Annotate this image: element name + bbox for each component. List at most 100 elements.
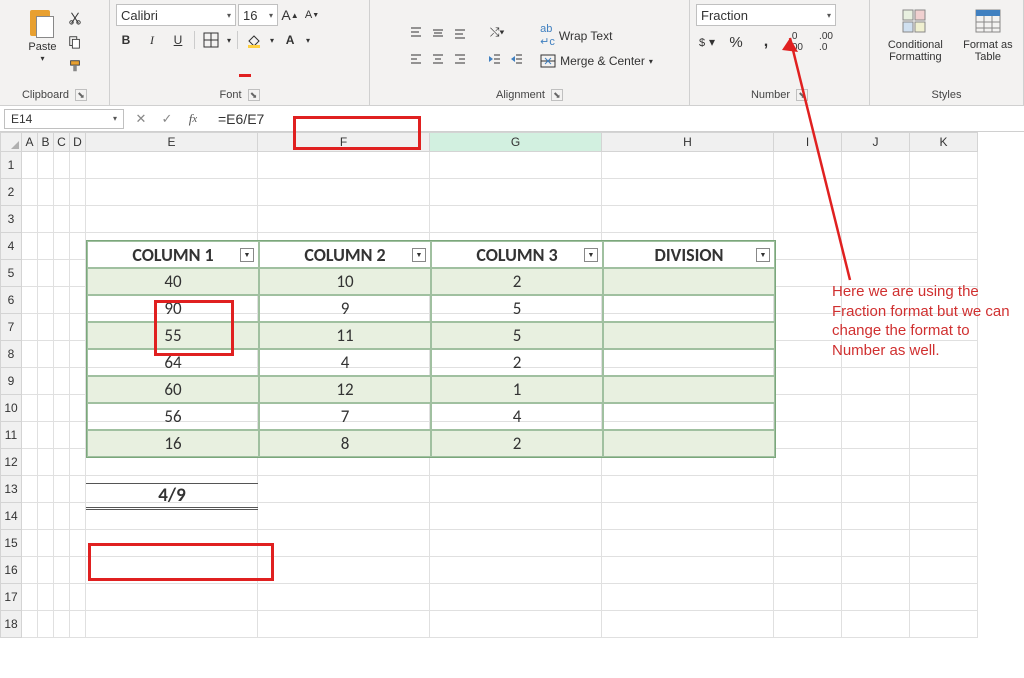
cell-J15[interactable] [842, 530, 910, 557]
table-cell[interactable]: 11 [259, 322, 431, 349]
cell-D17[interactable] [70, 584, 86, 611]
format-painter-button[interactable] [65, 56, 85, 76]
cell-A12[interactable] [22, 449, 38, 476]
percent-format-button[interactable]: % [726, 32, 746, 52]
cell-K17[interactable] [910, 584, 978, 611]
row-header-14[interactable]: 14 [0, 503, 22, 530]
cell-D7[interactable] [70, 314, 86, 341]
cell-I12[interactable] [774, 449, 842, 476]
cell-A13[interactable] [22, 476, 38, 503]
cell-C8[interactable] [54, 341, 70, 368]
cell-K12[interactable] [910, 449, 978, 476]
cell-C5[interactable] [54, 260, 70, 287]
cell-F3[interactable] [258, 206, 430, 233]
cell-I3[interactable] [774, 206, 842, 233]
cell-B3[interactable] [38, 206, 54, 233]
increase-indent-button[interactable] [506, 49, 526, 69]
cell-D15[interactable] [70, 530, 86, 557]
cell-D1[interactable] [70, 152, 86, 179]
table-cell[interactable]: 8 [259, 430, 431, 457]
cell-C6[interactable] [54, 287, 70, 314]
cell-J9[interactable] [842, 368, 910, 395]
format-as-table-button[interactable]: Format as Table [959, 4, 1017, 65]
cell-B10[interactable] [38, 395, 54, 422]
cell-E18[interactable] [86, 611, 258, 638]
cell-D2[interactable] [70, 179, 86, 206]
cell-D16[interactable] [70, 557, 86, 584]
row-header-7[interactable]: 7 [0, 314, 22, 341]
cell-B8[interactable] [38, 341, 54, 368]
cell-C2[interactable] [54, 179, 70, 206]
cell-A6[interactable] [22, 287, 38, 314]
filter-button[interactable]: ▼ [756, 248, 770, 262]
cell-C11[interactable] [54, 422, 70, 449]
table-cell[interactable]: 4 [259, 349, 431, 376]
row-header-12[interactable]: 12 [0, 449, 22, 476]
cut-button[interactable] [65, 8, 85, 28]
cell-J12[interactable] [842, 449, 910, 476]
cell-C15[interactable] [54, 530, 70, 557]
table-cell[interactable]: 2 [431, 430, 603, 457]
select-all-button[interactable] [0, 132, 22, 152]
align-center-button[interactable] [428, 49, 448, 69]
cell-A11[interactable] [22, 422, 38, 449]
cell-D6[interactable] [70, 287, 86, 314]
table-cell[interactable]: 5 [431, 295, 603, 322]
table-cell[interactable]: 10 [259, 268, 431, 295]
cell-K10[interactable] [910, 395, 978, 422]
cell-A10[interactable] [22, 395, 38, 422]
cancel-formula-button[interactable]: ✕ [130, 109, 152, 129]
row-header-17[interactable]: 17 [0, 584, 22, 611]
table-cell[interactable]: 56 [87, 403, 259, 430]
col-header-F[interactable]: F [258, 132, 430, 152]
cell-B7[interactable] [38, 314, 54, 341]
table-cell[interactable]: 4 [431, 403, 603, 430]
cell-H14[interactable] [602, 503, 774, 530]
cell-K2[interactable] [910, 179, 978, 206]
increase-font-button[interactable]: A▲ [280, 5, 300, 25]
col-header-B[interactable]: B [38, 132, 54, 152]
cell-J16[interactable] [842, 557, 910, 584]
conditional-formatting-button[interactable]: Conditional Formatting [876, 4, 955, 65]
cell-A9[interactable] [22, 368, 38, 395]
cell-I1[interactable] [774, 152, 842, 179]
alignment-dialog-launcher[interactable]: ⬊ [551, 89, 563, 101]
cell-J17[interactable] [842, 584, 910, 611]
cell-K9[interactable] [910, 368, 978, 395]
cell-F13[interactable] [258, 476, 430, 503]
cell-A3[interactable] [22, 206, 38, 233]
cell-J4[interactable] [842, 233, 910, 260]
cell-I16[interactable] [774, 557, 842, 584]
clipboard-dialog-launcher[interactable]: ⬊ [75, 89, 87, 101]
col-header-G[interactable]: G [430, 132, 602, 152]
cell-E3[interactable] [86, 206, 258, 233]
cell-F15[interactable] [258, 530, 430, 557]
col-header-K[interactable]: K [910, 132, 978, 152]
filter-button[interactable]: ▼ [584, 248, 598, 262]
align-top-button[interactable] [406, 23, 426, 43]
col-header-C[interactable]: C [54, 132, 70, 152]
cell-J1[interactable] [842, 152, 910, 179]
decrease-font-button[interactable]: A▼ [302, 5, 322, 25]
table-cell[interactable]: 9 [259, 295, 431, 322]
cell-J2[interactable] [842, 179, 910, 206]
cell-F14[interactable] [258, 503, 430, 530]
table-cell[interactable]: 2 [431, 349, 603, 376]
cell-I17[interactable] [774, 584, 842, 611]
cell-D8[interactable] [70, 341, 86, 368]
decrease-indent-button[interactable] [484, 49, 504, 69]
formula-input[interactable]: =E6/E7 [210, 109, 1024, 129]
row-header-2[interactable]: 2 [0, 179, 22, 206]
cell-K16[interactable] [910, 557, 978, 584]
cell-E1[interactable] [86, 152, 258, 179]
bold-button[interactable]: B [116, 30, 136, 50]
cell-I15[interactable] [774, 530, 842, 557]
cell-F2[interactable] [258, 179, 430, 206]
cell-C12[interactable] [54, 449, 70, 476]
cell-B14[interactable] [38, 503, 54, 530]
insert-function-button[interactable]: fx [182, 109, 204, 129]
table-cell[interactable]: 16 [87, 430, 259, 457]
cell-A5[interactable] [22, 260, 38, 287]
cell-H3[interactable] [602, 206, 774, 233]
cell-K14[interactable] [910, 503, 978, 530]
